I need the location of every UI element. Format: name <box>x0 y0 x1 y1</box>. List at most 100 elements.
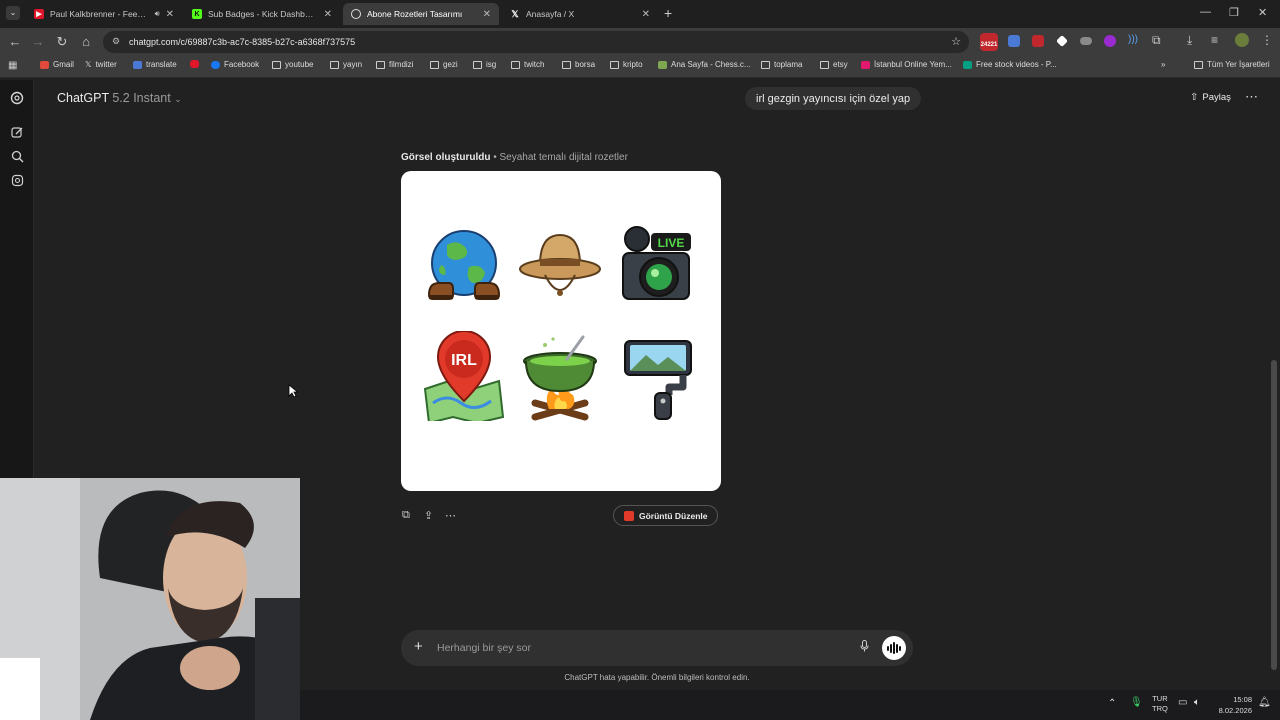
url-text: chatgpt.com/c/69887c3b-ac7c-8385-b27c-a6… <box>129 37 356 47</box>
generated-image[interactable]: LIVE IRL <box>401 171 721 491</box>
folder-icon <box>511 60 520 69</box>
apps-grid-icon[interactable]: ▦ <box>8 60 17 71</box>
camera-live-badge: LIVE <box>613 221 703 311</box>
translate-extension-icon[interactable] <box>1008 35 1020 47</box>
input-language[interactable]: TUR TRQ <box>1152 694 1168 714</box>
restore-icon[interactable]: ❐ <box>1229 6 1239 19</box>
extensions-puzzle-icon[interactable]: ⧉ <box>1152 33 1161 48</box>
bookmark-folder-etsy[interactable]: etsy <box>820 60 848 69</box>
bookmark-folder-yayin[interactable]: yayın <box>330 60 362 69</box>
minimize-icon[interactable]: — <box>1200 6 1211 18</box>
x-icon: 𝕏 <box>511 8 519 19</box>
image-more-icon[interactable]: ⋯ <box>445 509 456 522</box>
extension-badge[interactable]: 24221 <box>980 33 998 51</box>
folder-icon <box>272 60 281 69</box>
bookmark-youtube-link[interactable] <box>190 60 203 68</box>
bookmark-folder-borsa[interactable]: borsa <box>562 60 595 69</box>
tab-0[interactable]: ▶ Paul Kalkbrenner - Feed Yo 🔊︎ ✕ <box>26 3 182 25</box>
bookmark-folder-youtube[interactable]: youtube <box>272 60 313 69</box>
facebook-icon <box>211 60 220 69</box>
bookmark-pexels[interactable]: Free stock videos - P... <box>963 60 1057 69</box>
network-icon[interactable]: ▭ <box>1178 697 1187 708</box>
download-icon[interactable]: ⤓ <box>1187 33 1192 48</box>
new-tab-button[interactable]: + <box>664 5 672 21</box>
bookmark-gmail[interactable]: Gmail <box>40 60 74 69</box>
close-window-icon[interactable]: ✕ <box>1258 6 1267 19</box>
bookmark-all[interactable]: Tüm Yer İşaretleri <box>1194 60 1270 69</box>
bookmark-facebook[interactable]: Facebook <box>211 60 259 69</box>
folder-icon <box>562 60 571 69</box>
tab-1[interactable]: K Sub Badges - Kick Dashboard ✕ <box>184 3 340 25</box>
irl-label: IRL <box>451 352 477 369</box>
bookmark-folder-filmdizi[interactable]: filmdizi <box>376 60 413 69</box>
gmail-icon <box>40 60 49 69</box>
folder-icon <box>430 60 439 69</box>
image-generated-header: Görsel oluşturuldu • Seyahat temalı diji… <box>401 152 628 163</box>
microphone-tray-icon[interactable]: 🎙︎ <box>1130 697 1143 708</box>
model-selector[interactable]: ChatGPT 5.2 Instant ⌄ <box>57 91 182 105</box>
speaker-icon: 🔊︎ <box>154 9 160 18</box>
bookmark-folder-kripto[interactable]: kripto <box>610 60 643 69</box>
bookmark-translate[interactable]: translate <box>133 60 177 69</box>
extension-wave-icon[interactable]: ))) <box>1128 34 1138 45</box>
star-icon[interactable]: ☆ <box>951 35 961 48</box>
bookmark-folder-isg[interactable]: isg <box>473 60 496 69</box>
bookmark-folder-toplama[interactable]: toplama <box>761 60 802 69</box>
bookmark-folder-gezi[interactable]: gezi <box>430 60 458 69</box>
profile-avatar[interactable] <box>1235 33 1249 47</box>
mouse-cursor <box>288 384 299 403</box>
library-icon[interactable] <box>10 174 24 188</box>
close-tab-icon[interactable]: ✕ <box>166 9 174 20</box>
bookmarks-overflow-icon[interactable]: » <box>1161 60 1165 69</box>
tab-3[interactable]: 𝕏 Anasayfa / X ✕ <box>502 3 658 25</box>
bookmark-twitter[interactable]: 𝕏twitter <box>85 60 117 69</box>
home-icon[interactable]: ⌂ <box>78 34 94 49</box>
scrollbar[interactable] <box>1271 360 1277 670</box>
bookmark-yemek[interactable]: İstanbul Online Yem... <box>861 60 952 69</box>
folder-icon <box>376 60 385 69</box>
address-bar[interactable]: ⚙ chatgpt.com/c/69887c3b-ac7c-8385-b27c-… <box>103 31 969 53</box>
new-chat-icon[interactable] <box>10 126 24 140</box>
bookmark-folder-twitch[interactable]: twitch <box>511 60 544 69</box>
youtube-icon <box>190 60 199 68</box>
tray-overflow-icon[interactable]: ⌃ <box>1108 698 1116 709</box>
edit-image-button[interactable]: Görüntü Düzenle <box>613 505 719 526</box>
clock[interactable]: 15:08 8.02.2026 <box>1214 694 1252 716</box>
plus-icon[interactable]: + <box>414 638 423 655</box>
chatgpt-icon <box>351 9 361 19</box>
user-message-bubble: irl gezgin yayıncısı için özel yap <box>745 87 922 110</box>
forward-icon[interactable]: → <box>30 34 46 49</box>
share-image-icon[interactable]: ⇪ <box>424 509 433 522</box>
more-options-icon[interactable]: ⋯ <box>1245 89 1258 105</box>
composer-input[interactable]: Herhangi bir şey sor <box>437 642 531 654</box>
openai-logo-icon[interactable] <box>10 91 24 105</box>
adblock-icon[interactable] <box>1032 35 1044 47</box>
irl-map-pin-badge: IRL <box>419 330 509 425</box>
site-info-icon[interactable]: ⚙ <box>112 36 120 47</box>
folder-icon <box>820 60 829 69</box>
share-button[interactable]: ⇧ Paylaş <box>1190 92 1231 103</box>
media-control-icon[interactable]: ≡ <box>1211 33 1218 47</box>
close-tab-icon[interactable]: ✕ <box>642 9 650 20</box>
browser-menu-icon[interactable]: ⋮ <box>1261 33 1273 47</box>
notification-icon[interactable]: 🔔︎ <box>1258 697 1271 708</box>
edit-image-icon <box>624 510 634 521</box>
extension-purple-icon[interactable] <box>1104 35 1116 47</box>
copy-icon[interactable]: ⧉ <box>402 509 410 522</box>
globe-boots-badge <box>419 221 509 311</box>
close-tab-icon[interactable]: ✕ <box>324 9 332 20</box>
volume-icon[interactable]: 🔈︎ <box>1194 697 1200 708</box>
campfire-pot-badge <box>515 331 605 421</box>
reload-icon[interactable]: ↻ <box>54 34 70 50</box>
extension-glasses-icon[interactable] <box>1080 37 1092 45</box>
folder-icon <box>1194 60 1203 69</box>
close-tab-icon[interactable]: ✕ <box>483 9 491 20</box>
bookmark-chess[interactable]: Ana Sayfa - Chess.c... <box>658 60 751 69</box>
tab-search-button[interactable]: ⌄ <box>6 6 20 20</box>
back-icon[interactable]: ← <box>7 34 23 49</box>
microphone-icon[interactable] <box>860 640 869 655</box>
voice-mode-button[interactable] <box>882 636 906 660</box>
pexels-icon <box>963 60 972 69</box>
tab-2[interactable]: Abone Rozetleri Tasarımı ✕ <box>343 3 499 25</box>
search-icon[interactable] <box>10 150 24 164</box>
